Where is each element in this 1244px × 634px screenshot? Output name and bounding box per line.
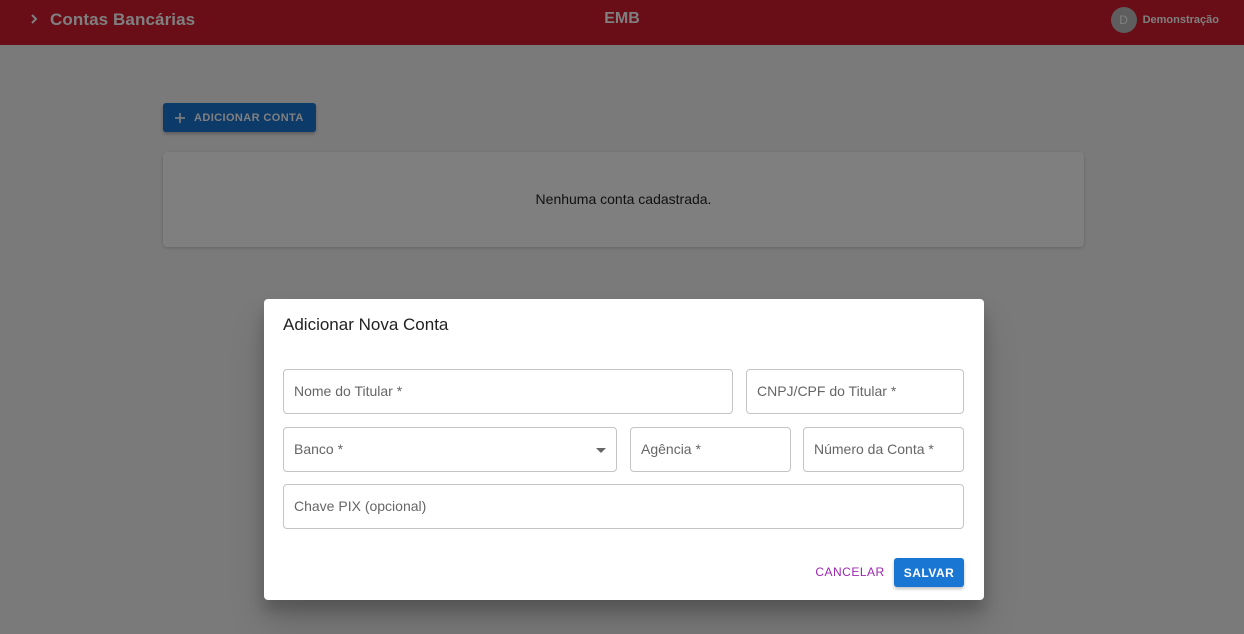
cancel-button[interactable]: CANCELAR: [812, 558, 888, 586]
add-account-dialog: Adicionar Nova Conta Nome do Titular * C…: [264, 299, 984, 600]
holder-name-field[interactable]: Nome do Titular *: [283, 369, 733, 414]
holder-name-label: Nome do Titular *: [294, 383, 403, 399]
account-number-field[interactable]: Número da Conta *: [803, 427, 964, 472]
holder-document-field[interactable]: CNPJ/CPF do Titular *: [746, 369, 964, 414]
pix-key-field[interactable]: Chave PIX (opcional): [283, 484, 964, 529]
bank-select[interactable]: Banco *: [283, 427, 617, 472]
bank-label: Banco *: [294, 441, 344, 457]
agency-field[interactable]: Agência *: [630, 427, 791, 472]
pix-key-label: Chave PIX (opcional): [294, 498, 427, 514]
holder-document-label: CNPJ/CPF do Titular *: [757, 383, 897, 399]
caret-down-icon[interactable]: [596, 448, 606, 453]
save-button[interactable]: SALVAR: [894, 558, 964, 587]
agency-label: Agência *: [641, 441, 701, 457]
account-number-label: Número da Conta *: [814, 441, 934, 457]
dialog-title: Adicionar Nova Conta: [283, 315, 449, 334]
